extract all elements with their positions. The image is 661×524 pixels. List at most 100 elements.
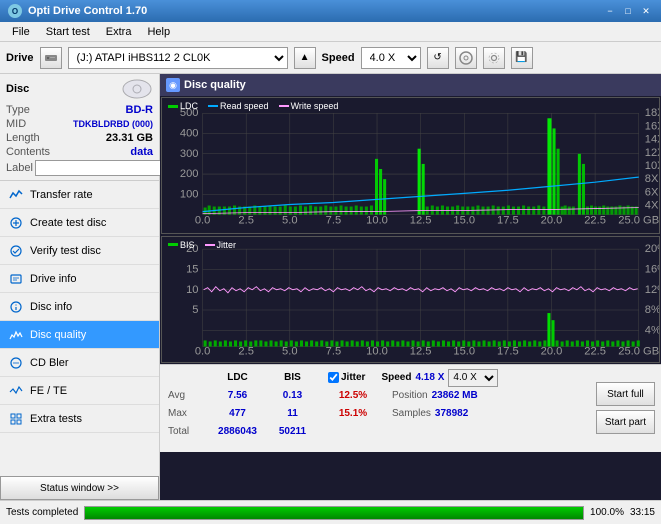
disc-button[interactable] (455, 47, 477, 69)
length-label: Length (6, 132, 40, 144)
label-input[interactable] (35, 160, 173, 176)
bis-legend: BIS Jitter (168, 240, 236, 250)
mid-value: TDKBLDRBD (000) (73, 119, 153, 129)
svg-text:8X: 8X (645, 173, 659, 185)
minimize-button[interactable]: − (603, 4, 617, 18)
jitter-legend-color (205, 244, 215, 246)
svg-text:7.5: 7.5 (326, 345, 342, 357)
nav-disc-quality[interactable]: Disc quality (0, 321, 159, 349)
svg-text:12.5: 12.5 (410, 215, 432, 227)
total-ldc: 2886043 (210, 426, 265, 437)
content-area: ◉ Disc quality LDC Read speed (160, 74, 661, 500)
svg-text:12.5: 12.5 (410, 345, 432, 357)
svg-text:20.0: 20.0 (541, 345, 563, 357)
drive-info-icon (8, 271, 24, 287)
eject-button[interactable]: ▲ (294, 47, 316, 69)
svg-text:300: 300 (180, 148, 199, 160)
menu-start-test[interactable]: Start test (38, 24, 98, 40)
nav-fe-te[interactable]: FE / TE (0, 377, 159, 405)
menu-extra[interactable]: Extra (98, 24, 140, 40)
start-part-button[interactable]: Start part (596, 410, 655, 434)
svg-text:5.0: 5.0 (282, 215, 298, 227)
bis-legend-label: BIS (180, 240, 195, 250)
maximize-button[interactable]: □ (621, 4, 635, 18)
nav-transfer-rate[interactable]: Transfer rate (0, 181, 159, 209)
svg-text:20.0: 20.0 (541, 215, 563, 227)
read-speed-legend-color (208, 105, 218, 107)
refresh-button[interactable]: ↺ (427, 47, 449, 69)
disc-quality-panel-title: Disc quality (184, 79, 246, 91)
svg-text:4%: 4% (645, 324, 659, 336)
fe-te-icon (8, 383, 24, 399)
type-label: Type (6, 104, 30, 116)
nav-cd-bler[interactable]: CD Bler (0, 349, 159, 377)
status-window-button[interactable]: Status window >> (0, 476, 159, 500)
contents-label: Contents (6, 146, 50, 158)
svg-text:200: 200 (180, 168, 199, 180)
speed-value: 4.18 X (415, 372, 444, 383)
settings-button[interactable] (483, 47, 505, 69)
start-full-button[interactable]: Start full (596, 382, 655, 406)
transfer-rate-icon (8, 187, 24, 203)
status-time: 33:15 (630, 507, 655, 518)
svg-text:10.0: 10.0 (366, 215, 388, 227)
nav-drive-info[interactable]: Drive info (0, 265, 159, 293)
create-disc-icon (8, 215, 24, 231)
close-button[interactable]: ✕ (639, 4, 653, 18)
svg-text:17.5: 17.5 (497, 215, 519, 227)
speed-select-stats[interactable]: 4.0 X (448, 369, 498, 387)
sidebar: Disc Type BD-R MID TDKBLDRBD (000) Lengt… (0, 74, 160, 500)
avg-jitter: 12.5% (328, 390, 378, 401)
svg-text:0.0: 0.0 (195, 215, 211, 227)
status-text: Tests completed (6, 507, 78, 518)
avg-ldc: 7.56 (210, 390, 265, 401)
svg-text:17.5: 17.5 (497, 345, 519, 357)
svg-text:8%: 8% (645, 304, 659, 316)
svg-text:16X: 16X (645, 120, 659, 132)
svg-text:22.5: 22.5 (584, 215, 606, 227)
drive-label: Drive (6, 52, 34, 64)
max-label: Max (168, 408, 210, 419)
menu-help[interactable]: Help (139, 24, 178, 40)
svg-text:5.0: 5.0 (282, 345, 298, 357)
svg-text:20%: 20% (645, 243, 659, 255)
ldc-legend-label: LDC (180, 101, 198, 111)
nav-extra-tests[interactable]: Extra tests (0, 405, 159, 433)
start-buttons-area: Start full Start part (590, 365, 661, 452)
drive-bar: Drive (J:) ATAPI iHBS112 2 CL0K ▲ Speed … (0, 42, 661, 74)
bis-header: BIS (265, 372, 320, 383)
jitter-checkbox[interactable] (328, 372, 339, 383)
svg-text:25.0 GB: 25.0 GB (618, 345, 659, 357)
disc-panel: Disc Type BD-R MID TDKBLDRBD (000) Lengt… (0, 74, 159, 181)
type-value: BD-R (126, 104, 154, 116)
ldc-header: LDC (210, 372, 265, 383)
stats-table: LDC BIS Jitter Speed 4.18 X 4.0 X Avg 7.… (160, 365, 590, 452)
svg-text:12X: 12X (645, 147, 659, 159)
svg-text:22.5: 22.5 (584, 345, 606, 357)
app-title: Opti Drive Control 1.70 (28, 5, 147, 17)
write-speed-legend-color (279, 105, 289, 107)
svg-text:10X: 10X (645, 160, 659, 172)
drive-select[interactable]: (J:) ATAPI iHBS112 2 CL0K (68, 47, 288, 69)
speed-select[interactable]: 4.0 X (361, 47, 421, 69)
ldc-chart-svg: 500 400 300 200 100 18X 16X 14X 12X 10X … (162, 98, 659, 230)
length-value: 23.31 GB (106, 132, 153, 144)
svg-text:15.0: 15.0 (453, 345, 475, 357)
drive-icon[interactable] (40, 47, 62, 69)
nav-verify-test-disc[interactable]: Verify test disc (0, 237, 159, 265)
save-button[interactable]: 💾 (511, 47, 533, 69)
bis-chart-svg: 20 15 10 5 20% 16% 12% 8% 4% 0.0 2.5 5.0… (162, 237, 659, 359)
progress-bar-fill (85, 507, 583, 519)
jitter-header: Jitter (341, 372, 365, 383)
nav-create-test-disc[interactable]: Create test disc (0, 209, 159, 237)
app-icon: O (8, 4, 22, 18)
total-label: Total (168, 426, 210, 437)
avg-label: Avg (168, 390, 210, 401)
svg-text:10.0: 10.0 (366, 345, 388, 357)
disc-quality-icon (8, 327, 24, 343)
nav-disc-info[interactable]: Disc info (0, 293, 159, 321)
menu-file[interactable]: File (4, 24, 38, 40)
contents-value: data (130, 146, 153, 158)
max-bis: 11 (265, 408, 320, 419)
speed-header: Speed (381, 372, 411, 383)
